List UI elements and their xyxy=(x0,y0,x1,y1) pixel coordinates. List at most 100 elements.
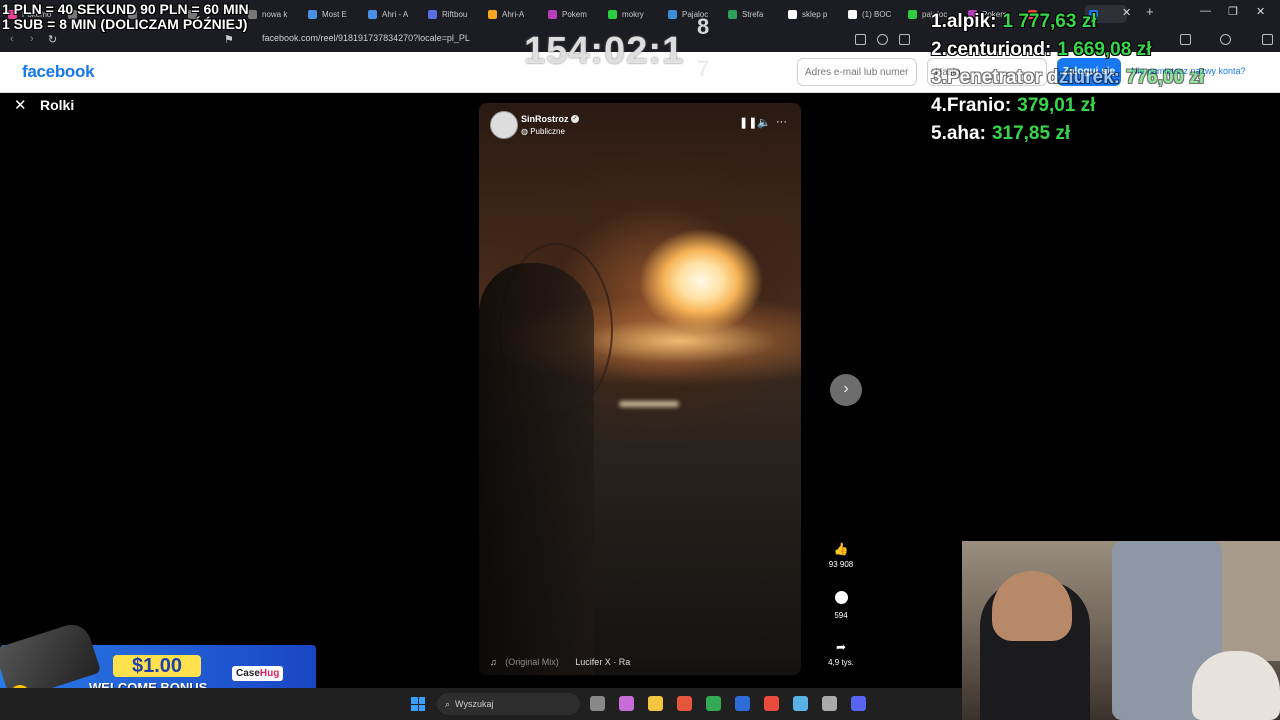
taskbar-app-icon[interactable] xyxy=(735,696,750,711)
windows-start-icon[interactable] xyxy=(411,697,425,711)
tab-favicon-icon xyxy=(788,9,797,19)
leaderboard-donor: alpik: xyxy=(946,11,997,32)
timer-rolling-digit-prev: 8 xyxy=(697,14,710,39)
leaderboard-donor: centuriond: xyxy=(946,39,1052,60)
tab-label: sklep p xyxy=(802,9,828,19)
tab-favicon-icon xyxy=(428,9,437,19)
leaderboard-name: 2.centuriond: xyxy=(931,39,1051,60)
leaderboard-name: 4.Franio: xyxy=(931,95,1011,116)
like-count: 93 908 xyxy=(828,560,854,569)
like-icon[interactable]: 👍 xyxy=(821,542,861,556)
facebook-logo[interactable]: facebook xyxy=(22,62,95,82)
browser-tab[interactable]: Pokem xyxy=(548,5,602,23)
tab-favicon-icon xyxy=(608,9,617,19)
page-title: Rolki xyxy=(40,97,75,113)
tab-label: Ahri - A xyxy=(382,9,409,19)
brand-part-a: Case xyxy=(236,668,260,679)
taskbar-app-icon[interactable] xyxy=(619,696,634,711)
donor-leaderboard: 1.alpik: 1 777,63 zł 2.centuriond: 1 669,08… xyxy=(931,8,1204,148)
pause-icon[interactable]: ❚❚ xyxy=(739,116,757,129)
leaderboard-donor: Penetrator dziurek: xyxy=(946,67,1121,88)
tab-label: nowa k xyxy=(262,9,288,19)
casehug-logo: CaseHug xyxy=(232,666,284,681)
volume-icon[interactable]: 🔈 xyxy=(757,116,771,129)
tab-favicon-icon xyxy=(548,9,557,19)
leaderboard-row: 5.aha: 317,85 zł xyxy=(931,120,1204,148)
video-ground-light xyxy=(619,401,679,407)
comment-action[interactable]: 594 xyxy=(821,591,861,620)
taskbar-search[interactable]: ⌕ Wyszukaj xyxy=(437,693,580,715)
browser-tab[interactable]: sklep p xyxy=(788,5,842,23)
leaderboard-donor: aha: xyxy=(946,123,986,144)
timer-rolling-digit-next: 7 xyxy=(697,56,710,81)
visibility-label: ◍ Publiczne xyxy=(521,127,565,136)
verified-icon: ✓ xyxy=(571,115,579,123)
reload-button[interactable]: ↻ xyxy=(48,33,57,46)
avatar[interactable] xyxy=(490,111,518,139)
tab-label: Pokem xyxy=(562,9,587,19)
leaderboard-row: 4.Franio: 379,01 zł xyxy=(931,92,1204,120)
like-action[interactable]: 👍 93 908 xyxy=(821,542,861,569)
browser-tab[interactable]: Ahri-A xyxy=(488,5,542,23)
reel-video[interactable] xyxy=(479,103,801,675)
cast-icon[interactable] xyxy=(855,34,866,45)
visibility-text: Publiczne xyxy=(530,127,565,136)
taskbar-app-icon[interactable] xyxy=(677,696,692,711)
taskbar-app-icon[interactable] xyxy=(648,696,663,711)
taskbar-app-icon[interactable] xyxy=(706,696,721,711)
reel-author[interactable]: SinRostroz xyxy=(521,114,569,124)
taskbar-app-icon[interactable] xyxy=(851,696,866,711)
music-label[interactable]: ♫ (Original Mix) Lucifer X · Ra xyxy=(490,657,630,667)
key-icon[interactable] xyxy=(877,34,888,45)
browser-tab[interactable]: nowa k xyxy=(248,5,302,23)
more-options-icon[interactable]: ··· xyxy=(776,116,787,128)
search-placeholder: Wyszukaj xyxy=(455,699,494,709)
vpn-icon[interactable] xyxy=(1220,34,1231,45)
leaderboard-row: 3.Penetrator dziurek: 776,00 zł xyxy=(931,64,1204,92)
comment-icon[interactable] xyxy=(834,591,848,604)
tab-label: Most E xyxy=(322,9,347,19)
webcam-feed xyxy=(962,541,1280,720)
taskbar-app-icon[interactable] xyxy=(764,696,779,711)
tab-label: Ahri-A xyxy=(502,9,525,19)
share-icon[interactable] xyxy=(899,34,910,45)
taskbar-app-icon[interactable] xyxy=(793,696,808,711)
video-person-silhouette xyxy=(479,263,594,675)
close-icon[interactable]: ✕ xyxy=(14,96,27,114)
browser-tab[interactable]: Strefa xyxy=(728,5,782,23)
browser-tab[interactable]: Most E xyxy=(308,5,362,23)
browser-tab[interactable]: mokry xyxy=(608,5,662,23)
brand-part-b: Hug xyxy=(259,668,280,679)
maximize-button[interactable]: ❐ xyxy=(1228,5,1238,18)
browser-tab[interactable]: Pajaloc xyxy=(668,5,722,23)
bookmark-icon[interactable]: ⚑ xyxy=(224,33,234,46)
browser-tab[interactable]: Riftbou xyxy=(428,5,482,23)
globe-icon: ◍ xyxy=(521,127,528,136)
close-window-button[interactable]: ✕ xyxy=(1256,5,1265,18)
tab-favicon-icon xyxy=(308,9,317,19)
tab-favicon-icon xyxy=(848,9,857,19)
leaderboard-amount: 317,85 zł xyxy=(991,123,1071,144)
menu-icon[interactable] xyxy=(1262,34,1273,45)
url-field[interactable]: facebook.com/reel/918191737834270?locale… xyxy=(262,33,470,43)
leaderboard-row: 1.alpik: 1 777,63 zł xyxy=(931,8,1204,36)
tab-favicon-icon xyxy=(368,9,377,19)
email-field[interactable]: Adres e-mail lub numer xyxy=(797,58,917,86)
music-icon: ♫ xyxy=(490,657,497,667)
share-arrow-icon[interactable]: ➦ xyxy=(821,640,861,654)
taskbar-app-icon[interactable] xyxy=(822,696,837,711)
browser-tab[interactable]: Ahri - A xyxy=(368,5,422,23)
tab-label: Strefa xyxy=(742,9,764,19)
browser-tab[interactable]: (1) BOC xyxy=(848,5,902,23)
leaderboard-rank: 1. xyxy=(931,11,947,32)
tab-favicon-icon xyxy=(908,9,917,19)
taskbar-app-icon[interactable] xyxy=(590,696,605,711)
subathon-timer: 154:02:1 xyxy=(524,30,685,72)
tab-favicon-icon xyxy=(488,9,497,19)
next-reel-button[interactable]: › xyxy=(830,374,862,406)
forward-button[interactable]: › xyxy=(30,33,34,45)
donation-rates: 1 PLN = 40 SEKUND 90 PLN = 60 MIN 1 SUB … xyxy=(2,2,249,32)
leaderboard-rank: 4. xyxy=(931,95,947,116)
back-button[interactable]: ‹ xyxy=(10,33,14,45)
share-action[interactable]: ➦ 4,9 tys. xyxy=(821,640,861,667)
